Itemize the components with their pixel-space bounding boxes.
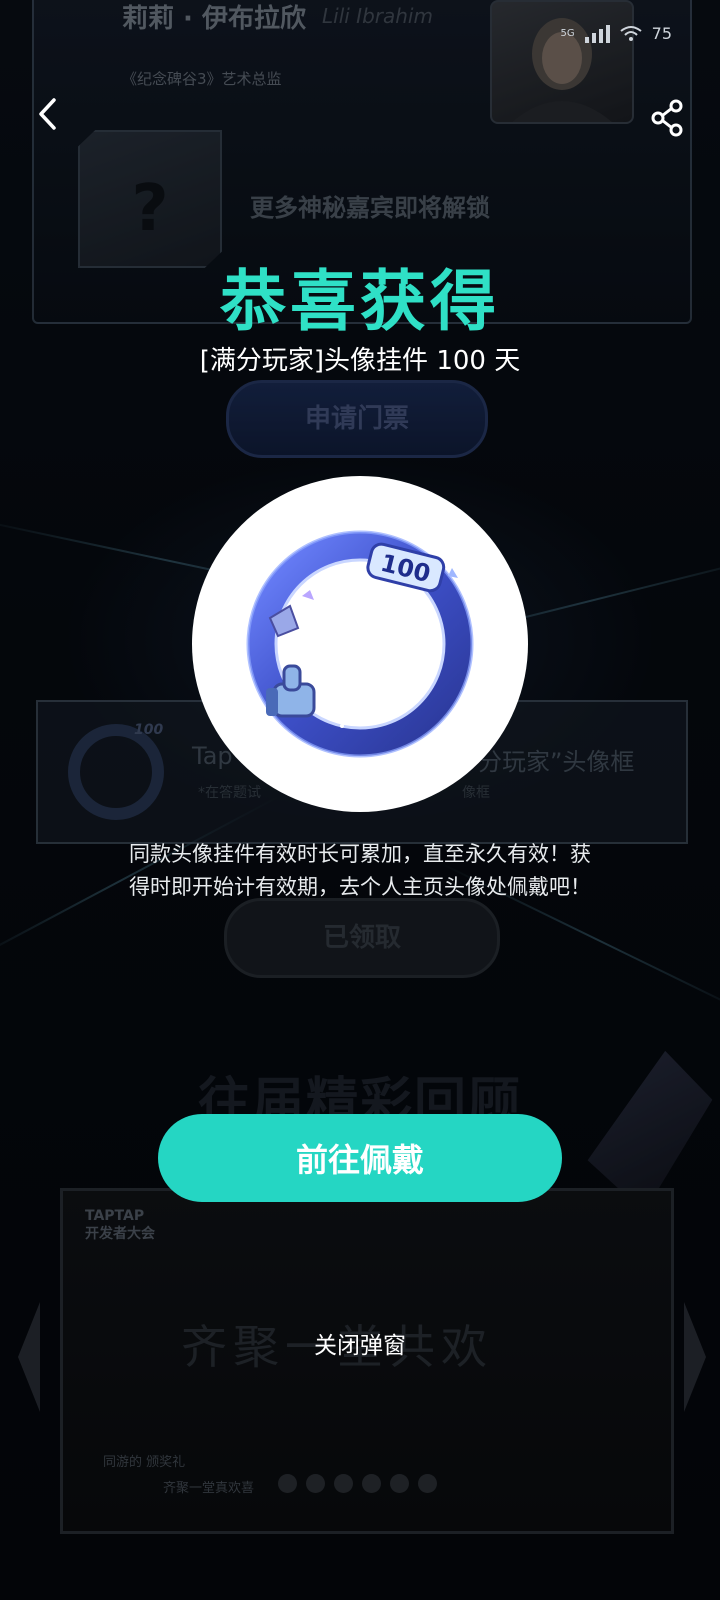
signal-icon (584, 24, 610, 43)
network-type: 5G (560, 28, 575, 39)
reward-description: 同款头像挂件有效时长可累加，直至永久有效！获得时即开始计有效期，去个人主页头像处… (129, 842, 591, 899)
share-icon (651, 99, 683, 137)
chevron-left-icon (39, 98, 56, 130)
go-wear-button[interactable]: 前往佩戴 (158, 1114, 562, 1202)
status-bar: 5G 75 (561, 24, 672, 43)
wifi-icon (620, 25, 642, 41)
reward-name: [满分玩家]头像挂件 100 天 (199, 346, 521, 376)
battery-level: 75 (651, 24, 672, 43)
reward-preview: 100 (192, 476, 528, 812)
avatar-pendant-icon: 100 (246, 530, 474, 758)
modal-title: 恭喜获得 (220, 263, 500, 340)
share-button[interactable] (646, 96, 690, 140)
close-popup-button[interactable]: 关闭弹窗 (0, 1326, 720, 1360)
back-button[interactable] (28, 92, 68, 136)
